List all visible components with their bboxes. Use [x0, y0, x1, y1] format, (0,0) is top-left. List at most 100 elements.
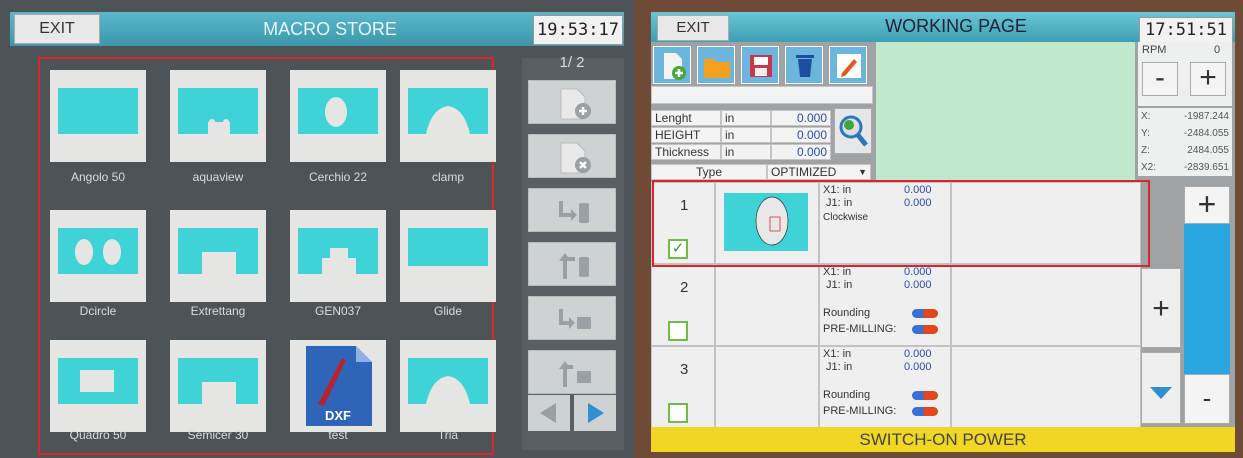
- macro-tile[interactable]: [400, 210, 496, 302]
- dxf-file-icon: DXF: [306, 346, 372, 426]
- edit-icon: [837, 54, 861, 78]
- selected-row-highlight: [652, 180, 1150, 267]
- rounding-label: Rounding: [823, 307, 871, 319]
- row-index-cell: 2: [651, 264, 715, 346]
- prev-page-button[interactable]: [528, 395, 570, 431]
- macro-shape-icon: [178, 228, 258, 274]
- new-file-icon: [664, 53, 686, 80]
- delete-file-icon: [560, 142, 591, 174]
- open-folder-icon: [704, 59, 730, 78]
- add-macro-button[interactable]: [528, 80, 616, 124]
- macro-tile[interactable]: [290, 210, 386, 302]
- macro-shape-icon: [408, 228, 488, 266]
- rounding-toggle[interactable]: [912, 309, 938, 318]
- field-label: Lenght: [651, 110, 721, 126]
- clock: 17:51:51: [1139, 17, 1233, 43]
- exit-button[interactable]: EXIT: [657, 15, 729, 41]
- j1-value[interactable]: 0.000: [904, 279, 932, 291]
- premilling-label: PRE-MILLING:: [823, 405, 897, 417]
- delete-button[interactable]: [785, 46, 823, 84]
- drive-import-button[interactable]: [528, 296, 616, 340]
- scrollbar-track[interactable]: [1184, 224, 1230, 374]
- coord-value: -2484.055: [1183, 128, 1229, 139]
- macro-label: Extrettang: [190, 304, 246, 318]
- operation-row[interactable]: 3 X1: in 0.000 J1: in 0.000 Rounding PRE-MILLI…: [651, 346, 1141, 431]
- field-value[interactable]: 0.000: [771, 144, 831, 160]
- coordinate-readout: X: -1987.244 Y: -2484.055 Z: 2484.055 X2: -2839…: [1138, 108, 1232, 176]
- x1-label: X1: in: [823, 266, 852, 278]
- macro-shape-icon: [178, 88, 258, 134]
- macro-tile[interactable]: [290, 70, 386, 162]
- usb-import-button[interactable]: [528, 188, 616, 232]
- delete-macro-button[interactable]: [528, 134, 616, 178]
- zoom-button[interactable]: [834, 108, 872, 154]
- page-title: WORKING PAGE: [885, 16, 1027, 36]
- add-row-button[interactable]: +: [1184, 186, 1230, 224]
- coord-axis: X:: [1141, 111, 1151, 122]
- edit-button[interactable]: [829, 46, 867, 84]
- premilling-toggle[interactable]: [912, 325, 938, 334]
- macro-shape-icon: [58, 228, 138, 274]
- macro-tile[interactable]: [170, 210, 266, 302]
- file-type-label: DXF: [325, 408, 351, 423]
- macro-tile[interactable]: [170, 70, 266, 162]
- new-file-button[interactable]: [653, 46, 691, 84]
- exit-button[interactable]: EXIT: [14, 14, 100, 44]
- open-folder-button[interactable]: [697, 46, 735, 84]
- rpm-minus-button[interactable]: -: [1142, 62, 1178, 96]
- macro-store-screen: EXIT MACRO STORE 19:53:17 Angolo 50 aquav…: [0, 0, 634, 458]
- rounding-label: Rounding: [823, 389, 871, 401]
- drive-import-icon: [559, 309, 591, 329]
- x1-value[interactable]: 0.000: [904, 266, 932, 278]
- insert-row-button[interactable]: +: [1141, 268, 1181, 348]
- row-extra-cell: [951, 346, 1141, 428]
- macro-label: Cerchio 22: [308, 170, 368, 184]
- row-params-cell: X1: in 0.000 J1: in 0.000 Rounding PRE-MILLIN…: [819, 264, 951, 346]
- macro-tile[interactable]: [50, 340, 146, 432]
- chevron-down-icon: ▼: [858, 167, 867, 177]
- field-unit: in: [721, 127, 771, 143]
- next-page-button[interactable]: [574, 395, 616, 431]
- preview-area: [876, 42, 1135, 180]
- working-page-screen: EXIT WORKING PAGE 17:51:51 Lenght in 0.000…: [651, 12, 1235, 452]
- row-preview-cell: [715, 264, 819, 346]
- macro-shape-icon: [58, 358, 138, 404]
- premilling-label: PRE-MILLING:: [823, 323, 897, 335]
- macro-label: GEN037: [314, 304, 362, 318]
- drive-export-button[interactable]: [528, 350, 616, 394]
- coord-value: -1987.244: [1183, 111, 1229, 122]
- type-label: Type: [651, 164, 767, 180]
- save-button[interactable]: [741, 46, 779, 84]
- macro-tile[interactable]: [50, 210, 146, 302]
- macro-shape-icon: [408, 358, 488, 404]
- scroll-down-button[interactable]: [1141, 352, 1181, 424]
- macro-label: Quadro 50: [69, 428, 127, 442]
- macro-tile[interactable]: DXF: [290, 340, 386, 432]
- name-field[interactable]: [651, 86, 873, 104]
- premilling-toggle[interactable]: [912, 407, 938, 416]
- usb-export-button[interactable]: [528, 242, 616, 286]
- row-checkbox[interactable]: [668, 321, 688, 341]
- macro-tile[interactable]: [400, 340, 496, 432]
- j1-value[interactable]: 0.000: [904, 361, 932, 373]
- x1-value[interactable]: 0.000: [904, 348, 932, 360]
- rounding-toggle[interactable]: [912, 391, 938, 400]
- row-params-cell: X1: in 0.000 J1: in 0.000 Rounding PRE-MILLIN…: [819, 346, 951, 428]
- magnifier-icon: [839, 115, 868, 147]
- field-unit: in: [721, 110, 771, 126]
- row-checkbox[interactable]: [668, 403, 688, 423]
- macro-tile[interactable]: [50, 70, 146, 162]
- remove-row-button[interactable]: -: [1184, 374, 1230, 424]
- rpm-value: 0: [1214, 44, 1221, 56]
- usb-import-icon: [559, 201, 589, 223]
- field-value[interactable]: 0.000: [771, 110, 831, 126]
- field-value[interactable]: 0.000: [771, 127, 831, 143]
- field-label: HEIGHT: [651, 127, 721, 143]
- rpm-plus-button[interactable]: +: [1190, 62, 1226, 96]
- type-select[interactable]: OPTIMIZED ▼: [767, 164, 871, 180]
- type-value: OPTIMIZED: [771, 165, 837, 179]
- macro-shape-icon: [298, 88, 378, 134]
- operation-row[interactable]: 2 X1: in 0.000 J1: in 0.000 Rounding PRE-MILLI…: [651, 264, 1141, 349]
- macro-tile[interactable]: [400, 70, 496, 162]
- macro-tile[interactable]: [170, 340, 266, 432]
